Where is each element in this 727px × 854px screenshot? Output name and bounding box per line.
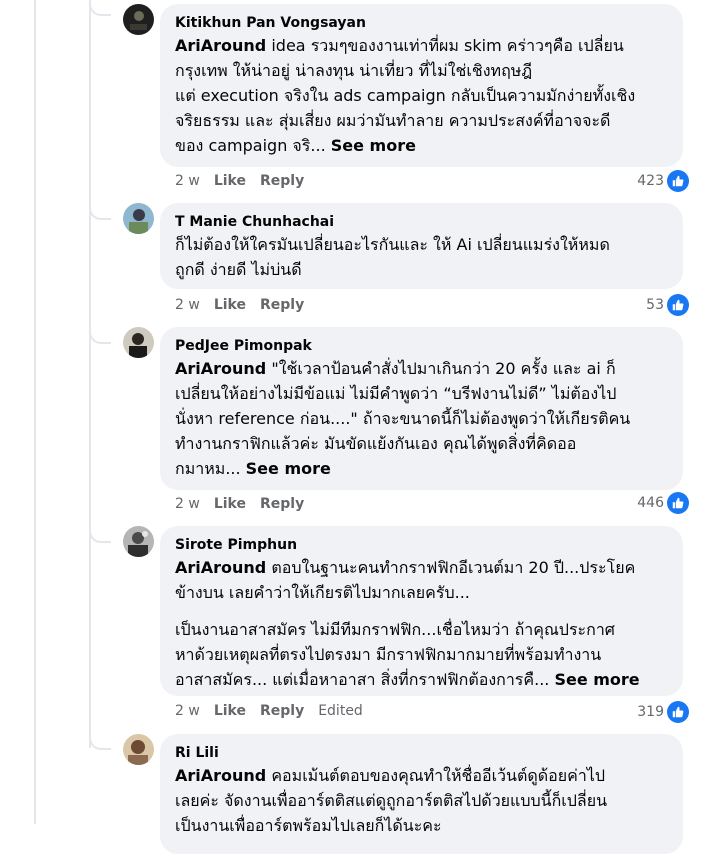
reply-button[interactable]: Reply: [260, 703, 304, 719]
reaction-summary[interactable]: 53: [646, 294, 689, 316]
mention-link[interactable]: AriAround: [175, 558, 266, 577]
comment-timestamp[interactable]: 2 w: [175, 703, 200, 719]
thumbs-up-icon: [667, 170, 689, 192]
reply-button[interactable]: Reply: [260, 297, 304, 313]
see-more-link[interactable]: See more: [554, 670, 639, 689]
comment-actions: 2 w Like Reply Edited: [175, 703, 363, 719]
see-more-link[interactable]: See more: [331, 136, 416, 155]
reaction-count: 319: [637, 704, 664, 720]
comment-actions: 2 w Like Reply: [175, 496, 304, 512]
reaction-count: 423: [637, 173, 664, 189]
thread-connector: [89, 198, 111, 220]
comment-timestamp[interactable]: 2 w: [175, 297, 200, 313]
comment-author[interactable]: Kitikhun Pan Vongsayan: [175, 14, 671, 32]
comment-author[interactable]: Sirote Pimphun: [175, 536, 671, 554]
comment-bubble: Kitikhun Pan Vongsayan AriAround idea รว…: [160, 4, 683, 167]
reaction-count: 53: [646, 297, 664, 313]
comment-text: ก็ไม่ต้องให้ใครมันเปลี่ยนอะไรกันและ ให้ …: [175, 235, 610, 279]
comment-actions: 2 w Like Reply: [175, 297, 304, 313]
thumbs-up-icon: [667, 294, 689, 316]
avatar[interactable]: [123, 4, 154, 35]
reaction-summary[interactable]: 446: [637, 492, 689, 514]
thumbs-up-icon: [667, 492, 689, 514]
thread-line-inner: [89, 0, 91, 748]
comment-actions: 2 w Like Reply: [175, 173, 304, 189]
thread-connector: [89, 322, 111, 344]
mention-link[interactable]: AriAround: [175, 766, 266, 785]
avatar[interactable]: [123, 203, 154, 234]
like-button[interactable]: Like: [214, 703, 246, 719]
comment-text: AriAround idea รวมๆของงานเท่าที่ผม skim …: [175, 36, 636, 155]
comment-author[interactable]: Ri Lili: [175, 744, 671, 762]
edited-label[interactable]: Edited: [318, 703, 363, 719]
comment-timestamp[interactable]: 2 w: [175, 173, 200, 189]
comment-author[interactable]: PedJee Pimonpak: [175, 337, 671, 355]
comment-bubble: T Manie Chunhachai ก็ไม่ต้องให้ใครมันเปล…: [160, 203, 683, 289]
mention-link[interactable]: AriAround: [175, 36, 266, 55]
reaction-summary[interactable]: 423: [637, 170, 689, 192]
avatar[interactable]: [123, 734, 154, 765]
comment-text: AriAround ตอบในฐานะคนทำกราฟฟิกอีเวนต์มา …: [175, 558, 640, 689]
comment-author[interactable]: T Manie Chunhachai: [175, 213, 671, 231]
thread-connector: [89, 728, 111, 750]
like-button[interactable]: Like: [214, 297, 246, 313]
comment-text: AriAround คอมเม้นต์ตอบของคุณทำให้ชื่ออีเ…: [175, 766, 608, 835]
thread-line-outer: [34, 0, 36, 824]
see-more-link[interactable]: See more: [246, 459, 331, 478]
comment-bubble: PedJee Pimonpak AriAround "ใช้เวลาป้อนคำ…: [160, 327, 683, 490]
comment-bubble: Sirote Pimphun AriAround ตอบในฐานะคนทำกร…: [160, 526, 683, 696]
mention-link[interactable]: AriAround: [175, 359, 266, 378]
reply-button[interactable]: Reply: [260, 496, 304, 512]
avatar[interactable]: [123, 327, 154, 358]
reply-button[interactable]: Reply: [260, 173, 304, 189]
reaction-count: 446: [637, 495, 664, 511]
comment-text: AriAround "ใช้เวลาป้อนคำสั่งไปมาเกินกว่า…: [175, 359, 631, 478]
comment-timestamp[interactable]: 2 w: [175, 496, 200, 512]
comment-bubble: Ri Lili AriAround คอมเม้นต์ตอบของคุณทำให…: [160, 734, 683, 854]
avatar[interactable]: [123, 526, 154, 557]
thumbs-up-icon: [667, 701, 689, 723]
like-button[interactable]: Like: [214, 496, 246, 512]
thread-connector: [89, 0, 111, 16]
like-button[interactable]: Like: [214, 173, 246, 189]
thread-connector: [89, 521, 111, 543]
reaction-summary[interactable]: 319: [637, 701, 689, 723]
